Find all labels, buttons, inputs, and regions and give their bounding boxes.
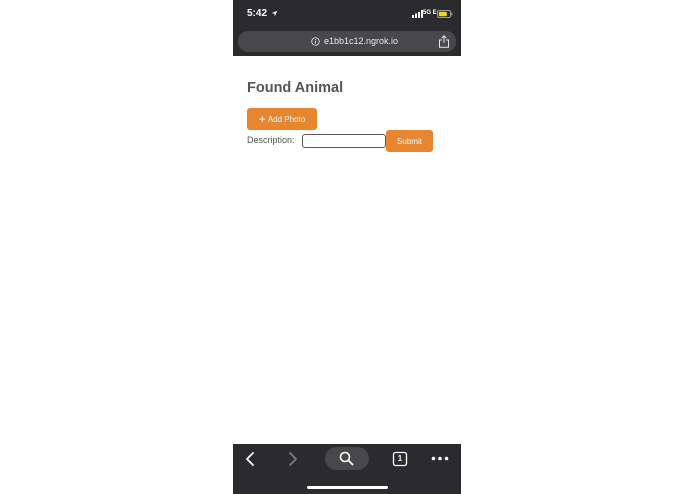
add-photo-button[interactable]: + Add Photo: [247, 108, 317, 130]
status-bar: 5:42 5G E: [233, 0, 461, 28]
network-label: 5G E: [423, 10, 437, 16]
plus-icon: +: [258, 112, 266, 126]
submit-button[interactable]: Submit: [386, 130, 433, 152]
battery-icon: [437, 10, 453, 18]
signal-icon: [412, 10, 423, 18]
share-icon[interactable]: [438, 35, 450, 48]
page-title: Found Animal: [247, 80, 344, 96]
browser-top-chrome: 5:42 5G E e1bb1c12.ngrok.io: [233, 0, 461, 56]
forward-icon[interactable]: [286, 451, 300, 467]
url-text[interactable]: e1bb1c12.ngrok.io: [324, 36, 398, 46]
more-icon[interactable]: [431, 456, 449, 461]
phone-screen: 5:42 5G E e1bb1c12.ngrok.io Found Animal…: [233, 0, 461, 494]
home-indicator[interactable]: [307, 486, 388, 489]
status-time: 5:42: [247, 8, 268, 19]
search-button[interactable]: [325, 447, 369, 470]
description-input[interactable]: [302, 134, 386, 148]
address-bar[interactable]: e1bb1c12.ngrok.io: [238, 31, 456, 52]
back-icon[interactable]: [243, 451, 257, 467]
add-photo-label: Add Photo: [267, 114, 306, 124]
browser-bottom-toolbar: 1: [233, 444, 461, 494]
location-arrow-icon: [271, 10, 278, 17]
description-label: Description:: [247, 135, 295, 145]
info-icon[interactable]: [311, 37, 320, 46]
tab-count[interactable]: 1: [392, 454, 408, 463]
search-icon: [339, 451, 354, 466]
